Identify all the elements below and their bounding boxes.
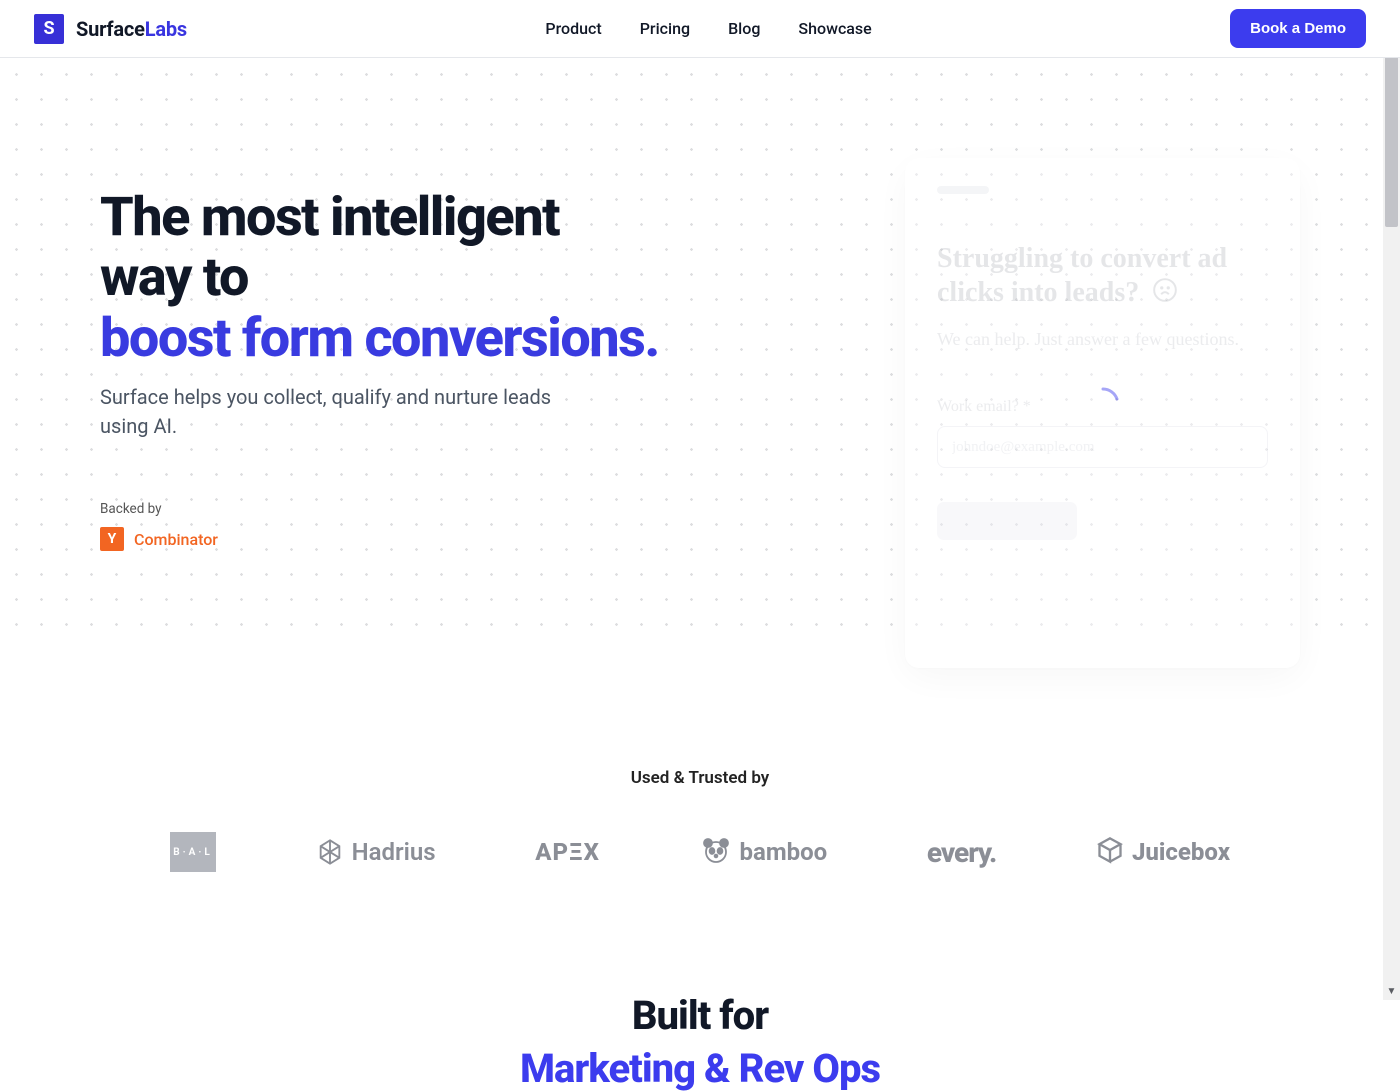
submit-button[interactable]	[937, 502, 1077, 540]
card-subtitle: We can help. Just answer a few questions…	[937, 326, 1268, 352]
brand-name: SurfaceLabs	[76, 17, 187, 41]
cube-icon	[1096, 836, 1124, 868]
sad-face-icon	[1152, 277, 1178, 312]
brand-name-second: Labs	[145, 17, 187, 41]
hadrius-icon	[316, 838, 344, 866]
nav-link-pricing[interactable]: Pricing	[640, 19, 690, 38]
apex-text: APΞX	[535, 838, 600, 866]
nav-link-label: Product	[545, 19, 601, 38]
nav-link-showcase[interactable]: Showcase	[798, 19, 871, 38]
panda-icon	[700, 834, 732, 870]
logo-bal: B·A·L	[170, 832, 216, 872]
card-title-text: Struggling to convert ad clicks into lea…	[937, 243, 1227, 308]
lead-form-card: Struggling to convert ad clicks into lea…	[905, 158, 1300, 668]
hero-subheadline: Surface helps you collect, qualify and n…	[100, 383, 560, 441]
bamboo-text: bamboo	[740, 838, 828, 866]
trusted-title: Used & Trusted by	[0, 768, 1400, 788]
brand-name-first: Surface	[76, 17, 145, 41]
hero-headline: The most intelligent way to boost form c…	[100, 188, 660, 369]
logo-bamboo: bamboo	[700, 834, 828, 870]
brand-logo-icon: S	[34, 14, 64, 44]
built-for-section: Built for Marketing & Rev Ops	[0, 992, 1400, 1092]
email-field[interactable]	[937, 426, 1268, 468]
built-line1: Built for	[0, 992, 1400, 1039]
backed-by-label: Backed by	[100, 501, 660, 517]
trusted-section: Used & Trusted by B·A·L Hadrius APΞX	[0, 768, 1400, 872]
hero-left: The most intelligent way to boost form c…	[100, 158, 660, 551]
bal-icon: B·A·L	[170, 832, 216, 872]
book-demo-button[interactable]: Book a Demo	[1230, 9, 1366, 48]
logo-juicebox: Juicebox	[1096, 836, 1230, 868]
logo-every: every.	[927, 836, 996, 869]
juicebox-text: Juicebox	[1132, 838, 1230, 866]
ycombinator-badge: Y Combinator	[100, 527, 660, 551]
scrollbar[interactable]: ▲ ▼	[1383, 0, 1400, 1000]
every-text: every.	[927, 836, 996, 869]
hero-section: The most intelligent way to boost form c…	[0, 58, 1400, 748]
headline-accent: boost form conversions.	[100, 307, 659, 370]
brand[interactable]: S SurfaceLabs	[34, 14, 187, 44]
built-line2: Marketing & Rev Ops	[0, 1045, 1400, 1092]
ycombinator-icon: Y	[100, 527, 124, 551]
form-progress-bar	[937, 186, 989, 194]
card-title: Struggling to convert ad clicks into lea…	[937, 242, 1268, 312]
ycombinator-text: Combinator	[134, 530, 218, 549]
hadrius-text: Hadrius	[352, 838, 436, 866]
logo-hadrius: Hadrius	[316, 838, 436, 866]
nav-links: Product Pricing Blog Showcase	[545, 19, 871, 38]
top-nav: S SurfaceLabs Product Pricing Blog Showc…	[0, 0, 1400, 58]
logo-apex: APΞX	[535, 838, 600, 866]
headline-plain: The most intelligent way to	[100, 186, 559, 309]
nav-link-blog[interactable]: Blog	[728, 19, 760, 38]
scrollbar-down-icon[interactable]: ▼	[1383, 983, 1400, 1000]
loading-spinner-icon	[1085, 386, 1121, 422]
trusted-logos-row: B·A·L Hadrius APΞX	[170, 832, 1230, 872]
nav-link-product[interactable]: Product	[545, 19, 601, 38]
